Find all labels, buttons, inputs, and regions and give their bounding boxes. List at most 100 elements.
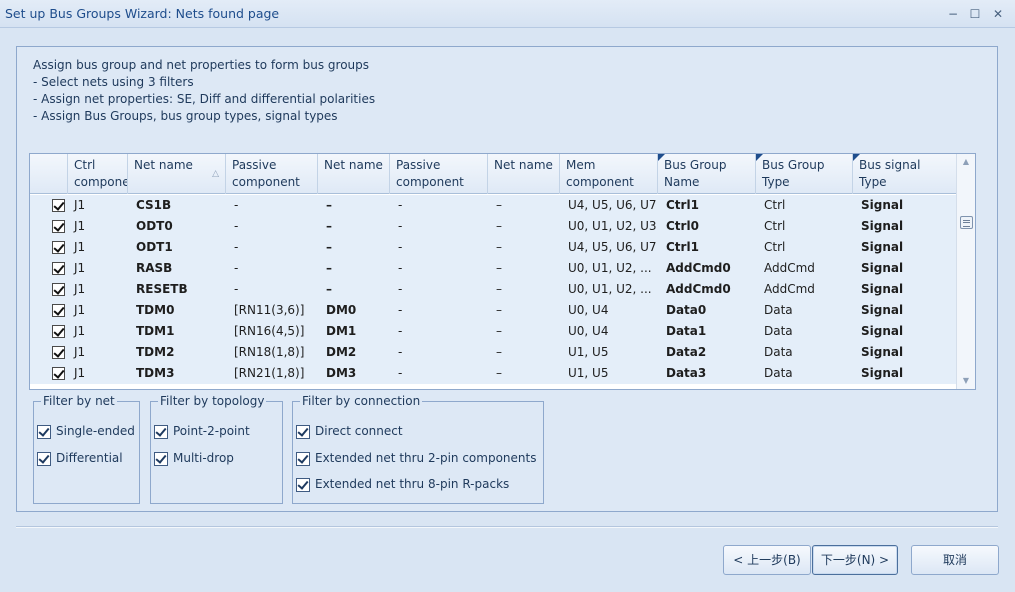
bus-group-type-cell[interactable]: Ctrl — [758, 195, 853, 216]
column-header-bus-signal-type[interactable]: Bus signal Type — [853, 154, 957, 194]
bus-group-type-cell[interactable]: Data — [758, 300, 853, 321]
row-select-checkbox[interactable] — [52, 367, 65, 380]
column-header-text: component — [396, 175, 464, 189]
row-select-checkbox[interactable] — [52, 262, 65, 275]
table-row[interactable]: J1 TDM1 [RN16(4,5)] DM1 - – U0, U4 Data1… — [30, 321, 957, 342]
bus-group-name-cell[interactable]: Data0 — [660, 300, 756, 321]
ctrl-component-cell: J1 — [74, 282, 86, 296]
scroll-thumb[interactable] — [960, 216, 973, 229]
column-header-text: Bus Group — [664, 158, 727, 172]
ctrl-component-cell: J1 — [74, 366, 86, 380]
bus-signal-type-cell[interactable]: Signal — [855, 279, 955, 300]
row-select-checkbox[interactable] — [52, 283, 65, 296]
passive-component-2-cell: - — [398, 366, 403, 380]
column-header-ctrl-component[interactable]: Ctrl component — [68, 154, 128, 194]
filter-by-connection-title: Filter by connection — [300, 394, 423, 408]
bus-group-name-cell[interactable]: Data2 — [660, 342, 756, 363]
bus-group-type-cell[interactable]: AddCmd — [758, 279, 853, 300]
table-row[interactable]: J1 CS1B - – - – U4, U5, U6, U7 Ctrl1 Ctr… — [30, 195, 957, 216]
column-header-text: Net name — [134, 158, 193, 172]
bus-group-type-cell[interactable]: Data — [758, 342, 853, 363]
extended-8-pin-label: Extended net thru 8-pin R-packs — [315, 477, 510, 491]
passive-component-cell: [RN11(3,6)] — [234, 303, 305, 317]
net-name-3-cell: – — [496, 366, 502, 380]
bus-group-type-cell[interactable]: AddCmd — [758, 258, 853, 279]
bus-group-type-cell[interactable]: Data — [758, 321, 853, 342]
bus-group-name-cell[interactable]: Ctrl0 — [660, 216, 756, 237]
column-header-text: Net name — [494, 158, 553, 172]
bus-signal-type-cell[interactable]: Signal — [855, 321, 955, 342]
bus-signal-type-cell[interactable]: Signal — [855, 195, 955, 216]
bus-signal-type-cell[interactable]: Signal — [855, 300, 955, 321]
row-select-checkbox[interactable] — [52, 325, 65, 338]
bus-signal-type-cell[interactable]: Signal — [855, 363, 955, 384]
column-header-text: Passive — [396, 158, 441, 172]
bus-signal-type-cell[interactable]: Signal — [855, 216, 955, 237]
column-header-bus-group-name[interactable]: Bus Group Name — [658, 154, 756, 194]
column-header-mem-component[interactable]: Mem component — [560, 154, 658, 194]
next-button[interactable]: 下一步(N) > — [812, 545, 898, 575]
mem-component-cell: U1, U5 — [568, 366, 609, 380]
bus-group-name-cell[interactable]: AddCmd0 — [660, 279, 756, 300]
minimize-icon[interactable]: − — [945, 6, 961, 22]
bus-group-type-cell[interactable]: Ctrl — [758, 216, 853, 237]
passive-component-cell: - — [234, 282, 239, 296]
ctrl-component-cell: J1 — [74, 261, 86, 275]
row-select-checkbox[interactable] — [52, 304, 65, 317]
net-name-cell: CS1B — [136, 198, 172, 212]
editable-column-marker-icon — [756, 154, 763, 161]
column-header-bus-group-type[interactable]: Bus Group Type — [756, 154, 853, 194]
filter-by-topology-title: Filter by topology — [158, 394, 267, 408]
scroll-down-icon[interactable]: ▼ — [961, 376, 971, 385]
grid-header: Ctrl component Net name △ Passive compon… — [30, 154, 957, 194]
row-select-checkbox[interactable] — [52, 220, 65, 233]
row-select-checkbox[interactable] — [52, 199, 65, 212]
passive-component-cell: [RN16(4,5)] — [234, 324, 305, 338]
editable-column-marker-icon — [658, 154, 665, 161]
bus-group-name-cell[interactable]: Ctrl1 — [660, 237, 756, 258]
bus-signal-type-cell[interactable]: Signal — [855, 237, 955, 258]
instructions: Assign bus group and net properties to f… — [33, 57, 375, 125]
net-name-cell: ODT1 — [136, 240, 173, 254]
grid-vertical-scrollbar[interactable]: ▲ ▼ — [956, 154, 975, 389]
back-button[interactable]: < 上一步(B) — [723, 545, 811, 575]
mem-component-cell: U0, U1, U2, ... — [568, 261, 652, 275]
cancel-button[interactable]: 取消 — [911, 545, 999, 575]
bus-signal-type-cell[interactable]: Signal — [855, 342, 955, 363]
column-header-net-name-2[interactable]: Net name — [318, 154, 390, 194]
table-row[interactable]: J1 ODT0 - – - – U0, U1, U2, U3 Ctrl0 Ctr… — [30, 216, 957, 237]
table-row[interactable]: J1 RESETB - – - – U0, U1, U2, ... AddCmd… — [30, 279, 957, 300]
checkbox-checked-icon — [296, 478, 310, 492]
close-icon[interactable]: ✕ — [990, 6, 1006, 22]
nets-grid[interactable]: Ctrl component Net name △ Passive compon… — [29, 153, 976, 390]
table-row[interactable]: J1 ODT1 - – - – U4, U5, U6, U7 Ctrl1 Ctr… — [30, 237, 957, 258]
column-header-select[interactable] — [30, 154, 68, 194]
table-row[interactable]: J1 RASB - – - – U0, U1, U2, ... AddCmd0 … — [30, 258, 957, 279]
scroll-up-icon[interactable]: ▲ — [961, 157, 971, 166]
bus-group-name-cell[interactable]: Data3 — [660, 363, 756, 384]
passive-component-cell: - — [234, 198, 239, 212]
bus-signal-type-cell[interactable]: Signal — [855, 258, 955, 279]
row-select-checkbox[interactable] — [52, 346, 65, 359]
maximize-icon[interactable]: ☐ — [967, 6, 983, 22]
column-header-passive-component-2[interactable]: Passive component — [390, 154, 488, 194]
row-select-checkbox[interactable] — [52, 241, 65, 254]
bus-group-name-cell[interactable]: AddCmd0 — [660, 258, 756, 279]
table-row[interactable]: J1 TDM2 [RN18(1,8)] DM2 - – U1, U5 Data2… — [30, 342, 957, 363]
table-row[interactable]: J1 TDM0 [RN11(3,6)] DM0 - – U0, U4 Data0… — [30, 300, 957, 321]
column-header-passive-component[interactable]: Passive component — [226, 154, 318, 194]
column-header-net-name[interactable]: Net name △ — [128, 154, 226, 194]
passive-component-2-cell: - — [398, 198, 403, 212]
net-name-2-cell: – — [326, 282, 332, 296]
bus-group-type-cell[interactable]: Ctrl — [758, 237, 853, 258]
table-row[interactable]: J1 TDM3 [RN21(1,8)] DM3 - – U1, U5 Data3… — [30, 363, 957, 384]
bus-group-type-cell[interactable]: Data — [758, 363, 853, 384]
ctrl-component-cell: J1 — [74, 219, 86, 233]
net-name-cell: TDM0 — [136, 303, 175, 317]
net-name-2-cell: – — [326, 261, 332, 275]
ctrl-component-cell: J1 — [74, 303, 86, 317]
ctrl-component-cell: J1 — [74, 324, 86, 338]
bus-group-name-cell[interactable]: Data1 — [660, 321, 756, 342]
bus-group-name-cell[interactable]: Ctrl1 — [660, 195, 756, 216]
column-header-net-name-3[interactable]: Net name — [488, 154, 560, 194]
